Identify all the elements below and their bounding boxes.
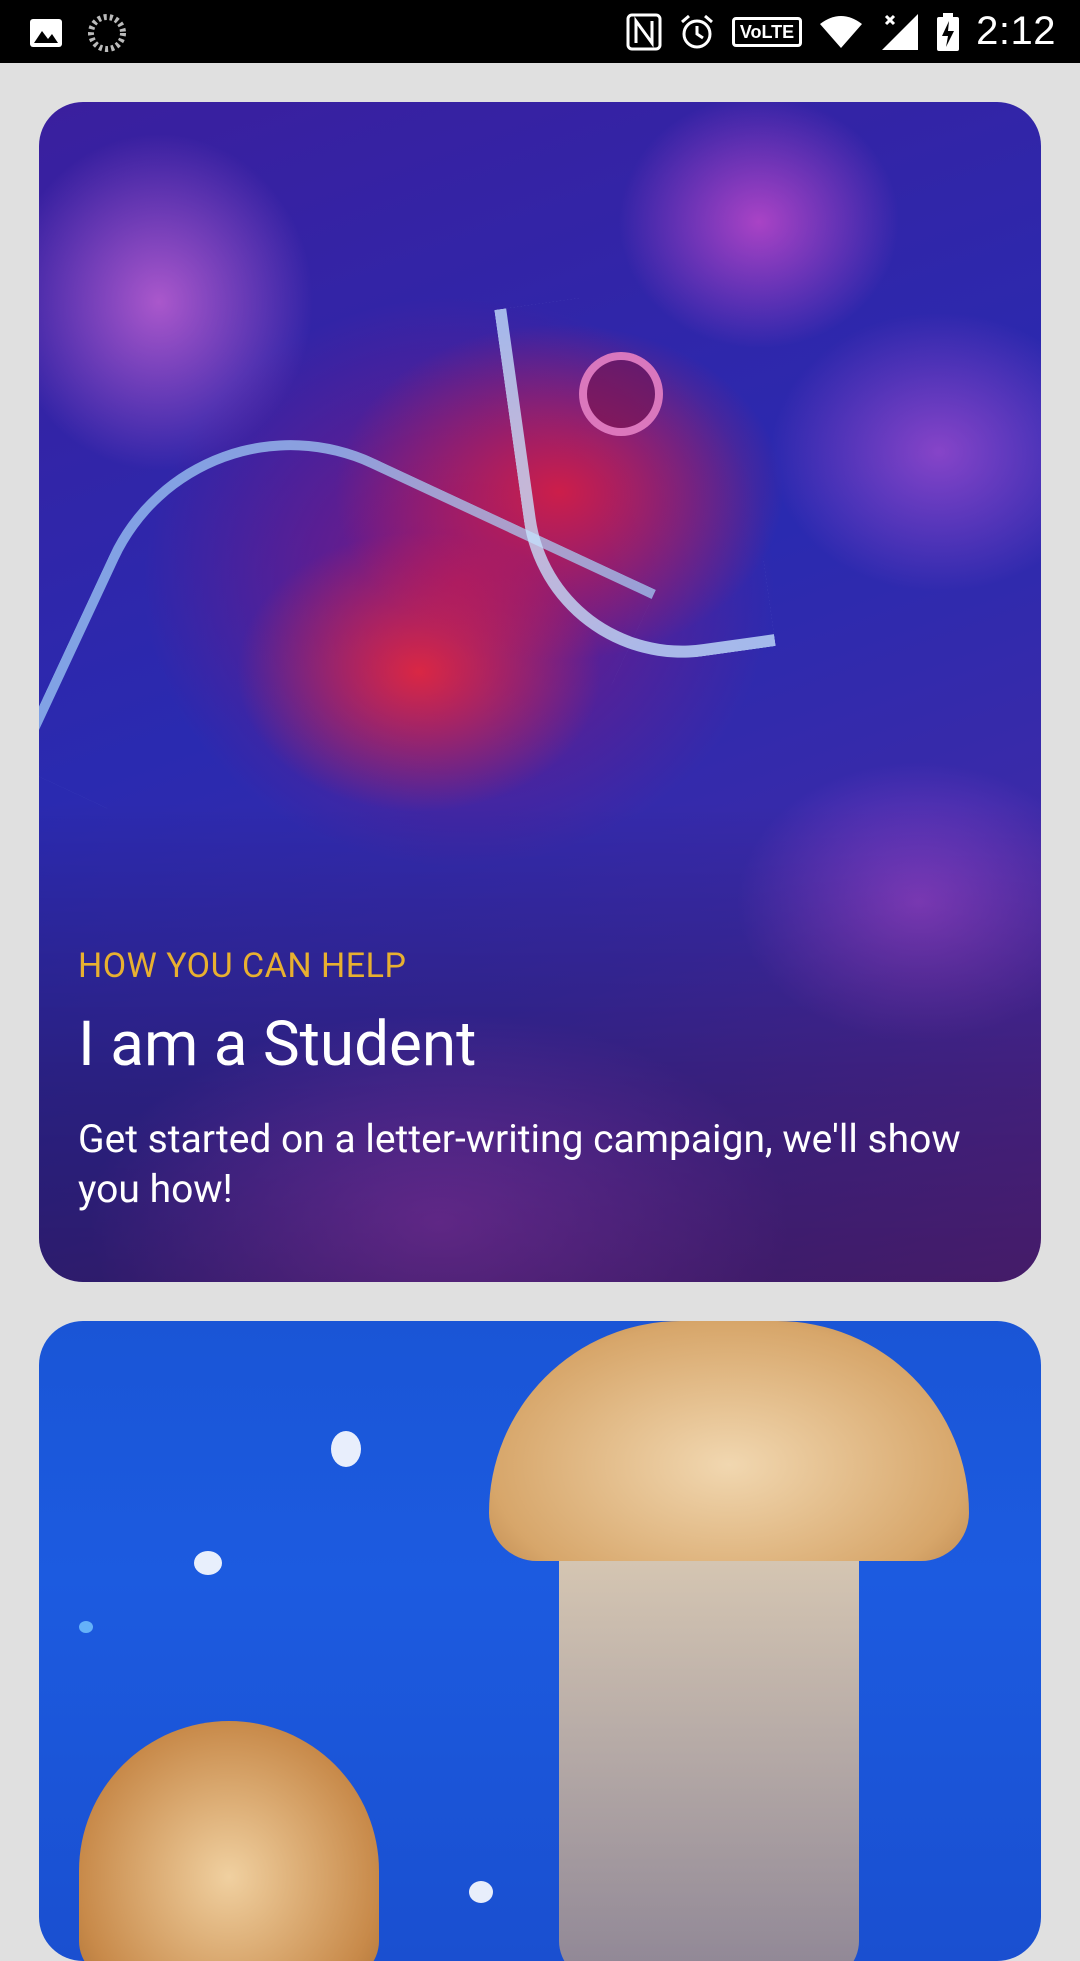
status-time: 2:12: [976, 9, 1056, 53]
jellyfish-image: [39, 1321, 1041, 1961]
small-jellyfish: [79, 1721, 379, 1961]
jellyfish-tentacles: [559, 1521, 859, 1961]
battery-icon: [937, 12, 960, 51]
water-particle: [331, 1431, 361, 1467]
fish-eye: [579, 352, 663, 436]
jellyfish-bell: [489, 1321, 969, 1561]
second-card[interactable]: [39, 1321, 1041, 1961]
water-particle: [194, 1551, 222, 1575]
loading-icon: [88, 14, 126, 52]
student-card[interactable]: HOW YOU CAN HELP I am a Student Get star…: [39, 102, 1041, 1282]
nfc-icon: [626, 13, 662, 50]
gallery-icon: [30, 19, 62, 47]
water-particle: [79, 1621, 93, 1633]
alarm-icon: [680, 14, 713, 48]
status-bar: VoLTE 2:12: [0, 0, 1080, 63]
card-eyebrow: HOW YOU CAN HELP: [78, 946, 407, 986]
status-right-icons: VoLTE 2:12: [626, 0, 1056, 63]
status-left-icons: [28, 14, 126, 52]
signal-icon: [882, 13, 919, 50]
volte-icon: VoLTE: [731, 16, 803, 47]
card-title: I am a Student: [78, 1008, 477, 1081]
water-particle: [469, 1881, 493, 1903]
content-area[interactable]: HOW YOU CAN HELP I am a Student Get star…: [0, 63, 1080, 1961]
wifi-icon: [820, 15, 863, 48]
card-description: Get started on a letter-writing campaign…: [78, 1116, 961, 1212]
